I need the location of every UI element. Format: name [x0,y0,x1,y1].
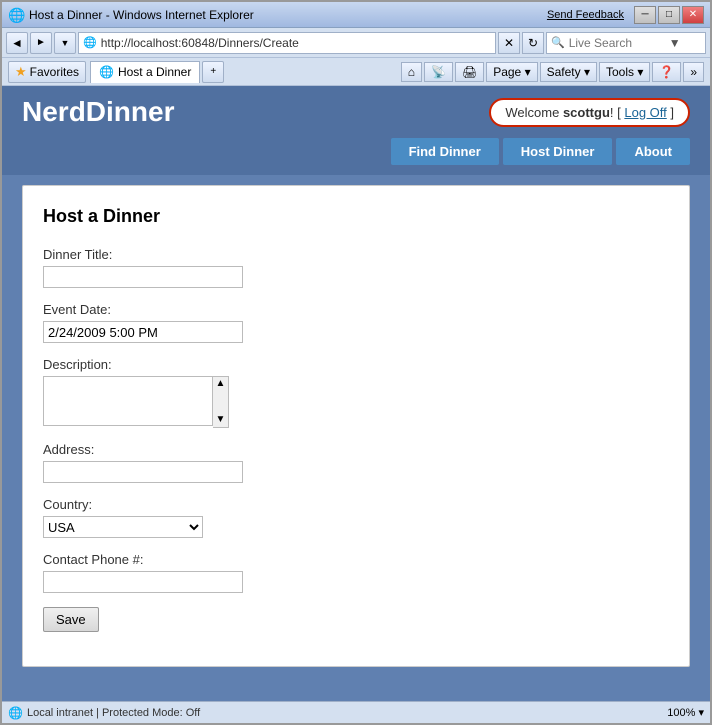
address-group: Address: [43,442,669,483]
ie-logo-icon: 🌐 [8,7,24,23]
toolbar-actions: ⌂ 📡 🖨 Page ▾ Safety ▾ Tools ▾ ❓ » [401,62,704,82]
favorites-label: Favorites [30,65,79,79]
page-title: Host a Dinner [43,206,669,227]
tab-bar: 🌐 Host a Dinner + [90,61,397,83]
country-select[interactable]: USA UK Canada Australia [43,516,203,538]
window-title: Host a Dinner - Windows Internet Explore… [29,8,254,22]
zoom-button[interactable]: 100% ▾ [667,706,704,719]
site-header: NerdDinner Welcome scottgu! [ Log Off ] [2,86,710,138]
welcome-text: Welcome [505,105,563,120]
favorites-toolbar: ★ Favorites 🌐 Host a Dinner + ⌂ 📡 🖨 Page… [2,58,710,86]
search-bar[interactable]: 🔍 ▼ [546,32,706,54]
address-input-field[interactable] [43,461,243,483]
browser-window: 🌐 Host a Dinner - Windows Internet Explo… [0,0,712,725]
content-panel: Host a Dinner Dinner Title: Event Date: [22,185,690,667]
dropdown-button[interactable]: ▼ [54,32,76,54]
refresh-stop-button[interactable]: ✕ [498,32,520,54]
more-button[interactable]: » [683,62,704,82]
dinner-title-input[interactable] [43,266,243,288]
tab-icon: 🌐 [99,65,114,79]
welcome-suffix: ! [ [610,105,624,120]
print-button[interactable]: 🖨 [455,62,484,82]
live-search-icon: 🔍 [551,36,565,49]
host-dinner-form: Dinner Title: Event Date: Description: [43,247,669,632]
description-group: Description: ▲ ▼ [43,357,669,428]
description-label: Description: [43,357,669,372]
title-bar-left: 🌐 Host a Dinner - Windows Internet Explo… [8,7,254,23]
favorites-button[interactable]: ★ Favorites [8,61,86,83]
status-text: Local intranet | Protected Mode: Off [27,707,200,719]
site-logo: NerdDinner [22,96,174,128]
rss-button[interactable]: 📡 [424,62,453,82]
new-tab-button[interactable]: + [202,61,224,83]
search-submit-button[interactable]: ▼ [669,36,681,50]
ie-tab[interactable]: 🌐 Host a Dinner [90,61,200,83]
main-content: Host a Dinner Dinner Title: Event Date: [2,175,710,701]
save-button[interactable]: Save [43,607,99,632]
address-toolbar: ◄ ► ▼ 🌐 ✕ ↻ 🔍 ▼ [2,28,710,58]
country-group: Country: USA UK Canada Australia [43,497,669,538]
address-bar[interactable]: 🌐 [78,32,496,54]
maximize-button[interactable]: □ [658,6,680,24]
dinner-title-group: Dinner Title: [43,247,669,288]
nav-tabs: Find Dinner Host Dinner About [2,138,710,175]
address-label: Address: [43,442,669,457]
window-controls: ─ □ ✕ [634,6,704,24]
status-bar: 🌐 Local intranet | Protected Mode: Off 1… [2,701,710,723]
zoom-level: 100% [667,707,695,719]
username: scottgu [563,105,610,120]
address-icon: 🌐 [83,36,97,49]
minimize-button[interactable]: ─ [634,6,656,24]
back-button[interactable]: ◄ [6,32,28,54]
about-tab[interactable]: About [616,138,690,165]
contact-phone-label: Contact Phone #: [43,552,669,567]
help-button[interactable]: ❓ [652,62,681,82]
address-input[interactable] [101,36,491,50]
logoff-link[interactable]: Log Off [624,105,666,120]
host-dinner-tab[interactable]: Host Dinner [503,138,613,165]
welcome-box: Welcome scottgu! [ Log Off ] [489,98,690,127]
welcome-end: ] [667,105,674,120]
tools-menu-button[interactable]: Tools ▾ [599,62,650,82]
textarea-scroll-down[interactable]: ▼ [216,415,226,425]
dinner-title-label: Dinner Title: [43,247,669,262]
description-textarea[interactable] [43,376,213,426]
star-icon: ★ [15,64,27,80]
status-globe-icon: 🌐 [8,706,23,720]
safety-menu-button[interactable]: Safety ▾ [540,62,597,82]
send-feedback-button[interactable]: Send Feedback [547,9,624,21]
tab-label: Host a Dinner [118,65,191,79]
country-label: Country: [43,497,669,512]
close-button[interactable]: ✕ [682,6,704,24]
contact-phone-input[interactable] [43,571,243,593]
search-input[interactable] [569,36,669,50]
status-right: 100% ▾ [667,706,704,719]
page-menu-button[interactable]: Page ▾ [486,62,537,82]
event-date-group: Event Date: [43,302,669,343]
forward-button[interactable]: ► [30,32,52,54]
refresh-button[interactable]: ↻ [522,32,544,54]
home-button[interactable]: ⌂ [401,62,422,82]
event-date-label: Event Date: [43,302,669,317]
find-dinner-tab[interactable]: Find Dinner [391,138,499,165]
event-date-input[interactable] [43,321,243,343]
title-bar: 🌐 Host a Dinner - Windows Internet Explo… [2,2,710,28]
contact-phone-group: Contact Phone #: [43,552,669,593]
save-group: Save [43,607,669,632]
textarea-scroll-up[interactable]: ▲ [216,379,226,389]
page-area: NerdDinner Welcome scottgu! [ Log Off ] … [2,86,710,701]
